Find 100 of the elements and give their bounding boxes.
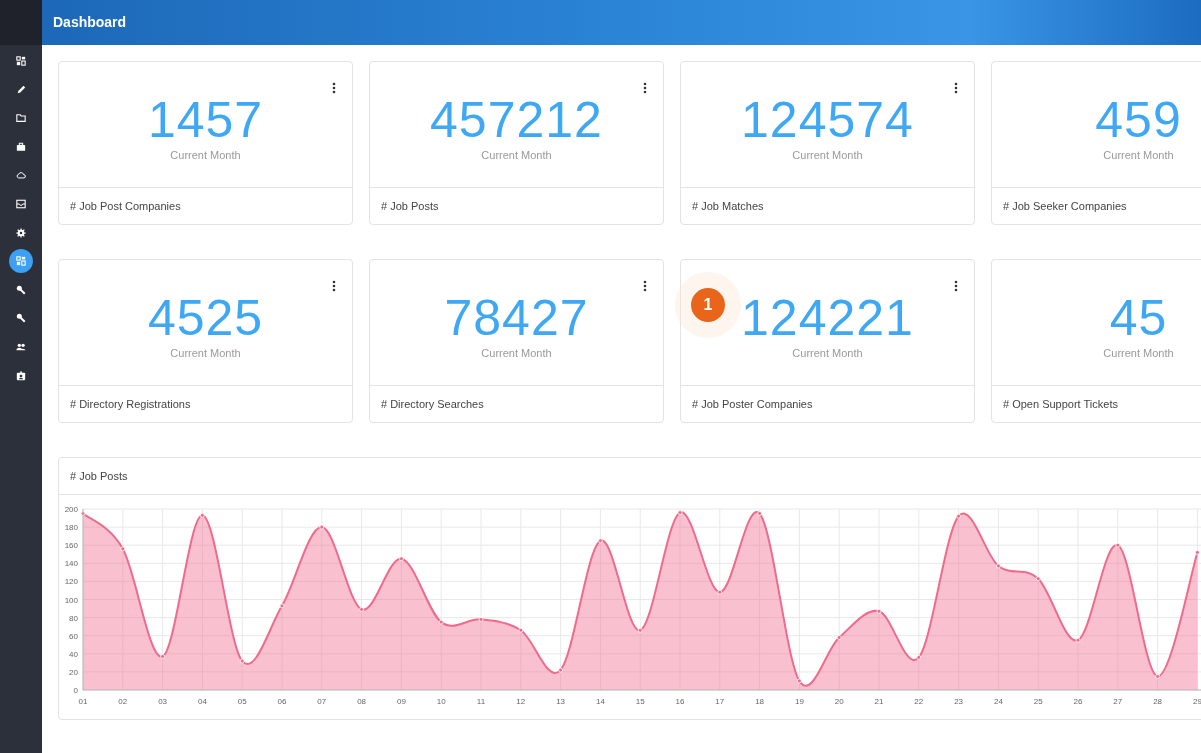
contact-card-icon (16, 370, 26, 381)
more-icon[interactable] (332, 82, 336, 94)
data-point (239, 658, 245, 664)
x-tick-label: 08 (357, 697, 367, 706)
data-point (598, 538, 603, 544)
chart-title: # Job Posts (70, 468, 128, 484)
data-point (558, 667, 563, 673)
stat-label: # Directory Registrations (70, 396, 191, 412)
x-tick-label: 22 (914, 697, 924, 706)
stat-value: 124574 (741, 95, 914, 146)
stat-value: 457212 (430, 95, 603, 146)
x-tick-label: 18 (755, 697, 765, 706)
y-tick-label: 180 (64, 523, 78, 533)
wrench-icon (16, 284, 26, 295)
y-tick-label: 40 (69, 649, 78, 659)
data-point (1035, 576, 1041, 582)
data-point (200, 512, 205, 518)
data-point (916, 655, 922, 660)
briefcase-icon (16, 141, 26, 152)
stat-value: 1457 (147, 95, 264, 146)
x-tick-label: 29 (1192, 697, 1201, 706)
more-icon[interactable] (332, 280, 336, 292)
x-tick-label: 15 (635, 697, 645, 706)
data-point (836, 635, 842, 640)
stat-value: 459 (1095, 95, 1182, 146)
x-tick-label: 05 (237, 697, 247, 706)
stat-caption: Current Month (481, 148, 552, 164)
users-icon (16, 341, 26, 352)
callout-number: 1 (691, 288, 725, 322)
data-point (478, 617, 484, 622)
cloud-icon (16, 170, 26, 181)
stat-value: 4525 (147, 293, 264, 344)
x-tick-label: 27 (1113, 697, 1123, 706)
y-tick-label: 120 (64, 577, 78, 587)
x-tick-label: 09 (396, 697, 406, 706)
data-point (1115, 542, 1121, 548)
data-point (876, 608, 882, 614)
x-tick-label: 01 (78, 697, 88, 706)
data-point (1075, 637, 1081, 643)
stat-caption: Current Month (481, 346, 552, 362)
data-point (80, 511, 86, 516)
stat-caption: Current Month (792, 346, 863, 362)
x-tick-label: 25 (1033, 697, 1043, 706)
x-tick-label: 02 (118, 697, 128, 706)
x-tick-label: 20 (834, 697, 844, 706)
data-point (637, 627, 643, 633)
y-tick-label: 100 (64, 595, 78, 605)
gear-icon (16, 227, 26, 238)
more-icon[interactable] (954, 82, 958, 94)
stat-value: 45 (1109, 293, 1168, 344)
x-tick-label: 06 (277, 697, 287, 706)
page-title: Dashboard (53, 13, 127, 32)
data-point (757, 511, 762, 516)
more-icon[interactable] (643, 82, 647, 94)
x-tick-label: 16 (675, 697, 685, 706)
x-tick-label: 12 (516, 697, 526, 706)
y-tick-label: 60 (69, 631, 78, 641)
y-tick-label: 0 (73, 686, 78, 695)
wrench-icon (16, 313, 26, 324)
data-point (279, 603, 285, 609)
x-tick-label: 24 (993, 697, 1003, 706)
stat-caption: Current Month (170, 148, 241, 164)
y-tick-label: 80 (69, 613, 78, 623)
stat-label: # Job Posts (381, 198, 439, 214)
stat-caption: Current Month (1103, 148, 1174, 164)
x-tick-label: 07 (317, 697, 327, 706)
data-point (160, 654, 165, 659)
more-icon[interactable] (643, 280, 647, 292)
y-tick-label: 200 (64, 505, 78, 514)
dashboard-icon (16, 56, 26, 66)
data-point (319, 524, 325, 530)
stat-value: 124221 (741, 293, 914, 344)
data-point (399, 556, 404, 562)
data-point (359, 607, 364, 612)
data-point (1155, 674, 1160, 679)
x-tick-label: 03 (158, 697, 168, 706)
data-point (677, 510, 683, 515)
stat-label: # Job Poster Companies (692, 396, 813, 412)
x-tick-label: 17 (715, 697, 725, 706)
x-tick-label: 13 (556, 697, 566, 706)
data-point (120, 546, 126, 552)
stat-label: # Job Post Companies (70, 198, 181, 214)
sidebar-header (0, 0, 42, 45)
data-point (518, 627, 524, 633)
sidebar-item[interactable] (9, 249, 33, 274)
x-tick-label: 26 (1073, 697, 1083, 706)
y-tick-label: 20 (69, 667, 78, 677)
stat-caption: Current Month (792, 148, 863, 164)
more-icon[interactable] (954, 280, 958, 292)
x-tick-label: 19 (794, 697, 804, 706)
dashboard-icon (16, 256, 26, 267)
x-tick-label: 10 (436, 697, 446, 706)
data-point (996, 563, 1001, 569)
x-tick-label: 21 (874, 697, 884, 706)
stat-caption: Current Month (170, 346, 241, 362)
stat-label: # Job Matches (692, 198, 764, 214)
x-tick-label: 14 (595, 697, 605, 706)
x-tick-label: 23 (954, 697, 964, 706)
data-point (956, 513, 961, 519)
x-tick-label: 04 (197, 697, 207, 706)
